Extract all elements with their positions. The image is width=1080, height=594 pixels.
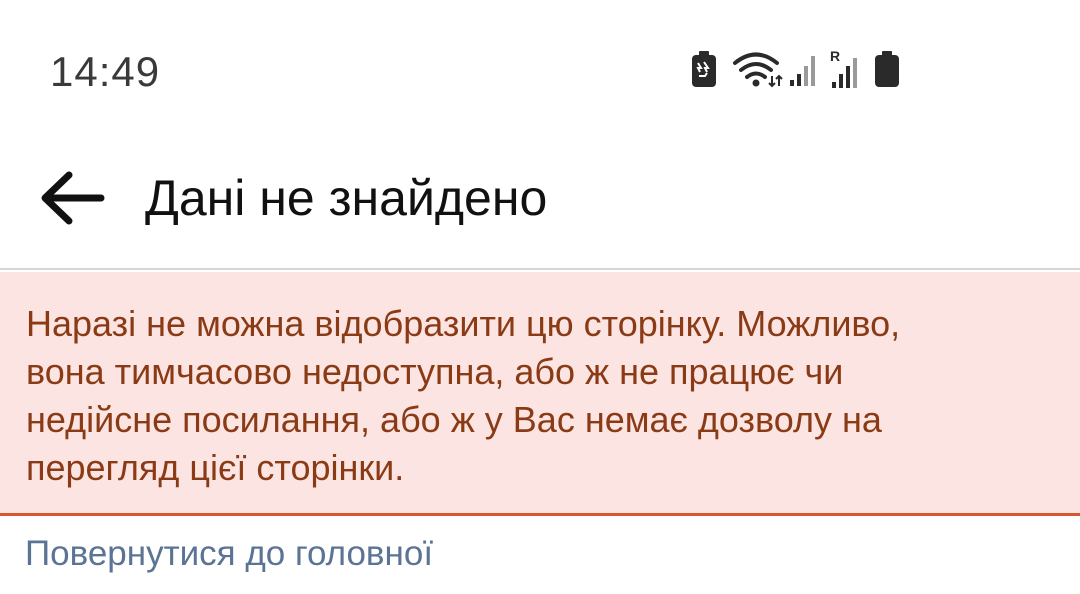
status-icons: R bbox=[690, 48, 900, 95]
roaming-signal-icon: R bbox=[828, 48, 864, 95]
error-message-line: вона тимчасово недоступна, або ж не прац… bbox=[26, 351, 844, 392]
app-header: Дані не знайдено bbox=[0, 140, 1080, 270]
back-button[interactable] bbox=[30, 158, 114, 242]
battery-saver-icon bbox=[690, 50, 718, 93]
battery-icon bbox=[874, 50, 900, 93]
error-message-line: недійсне посилання, або ж у Вас немає до… bbox=[26, 399, 882, 440]
arrow-left-icon bbox=[39, 170, 105, 231]
error-banner: Наразі не можна відобразити цю сторінку.… bbox=[0, 272, 1080, 516]
error-message: Наразі не можна відобразити цю сторінку.… bbox=[26, 300, 1056, 492]
return-home-link[interactable]: Повернутися до головної bbox=[25, 530, 433, 578]
roaming-label: R bbox=[830, 48, 840, 64]
status-time: 14:49 bbox=[50, 48, 161, 95]
page-title: Дані не знайдено bbox=[145, 170, 548, 226]
wifi-icon bbox=[732, 50, 784, 93]
page: 14:49 R Дані не знайдено Наразі не можна… bbox=[0, 0, 1080, 594]
error-message-line: Наразі не можна відобразити цю сторінку.… bbox=[26, 303, 901, 344]
signal-icon bbox=[788, 50, 820, 93]
error-message-line: перегляд цієї сторінки. bbox=[26, 447, 405, 488]
status-bar: 14:49 R bbox=[0, 0, 1080, 140]
